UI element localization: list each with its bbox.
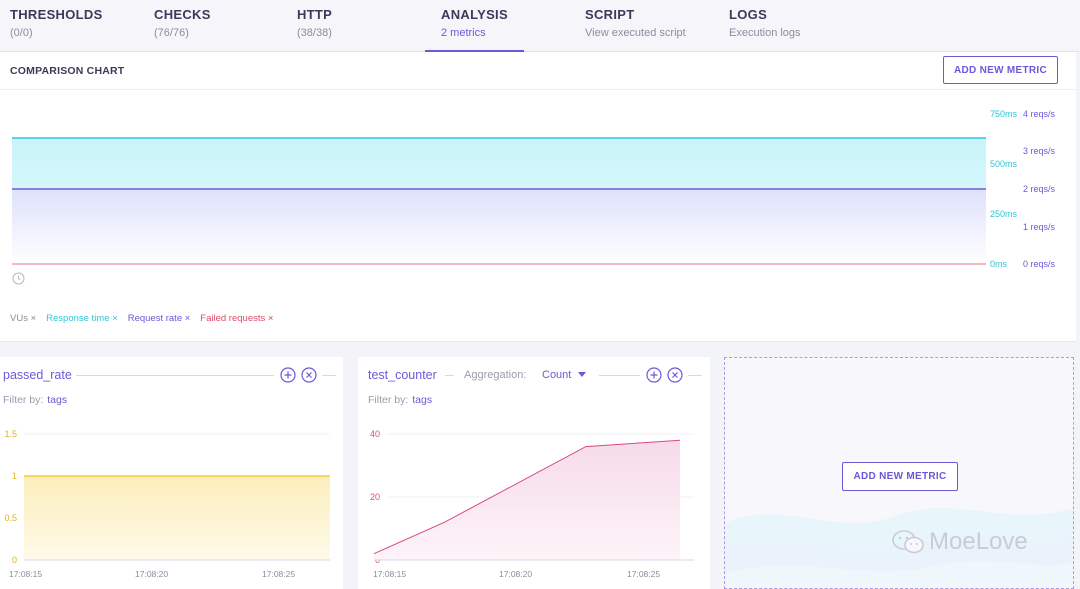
- left-axis-tick-750ms: 750ms: [990, 109, 1018, 119]
- test-counter-chart: [373, 433, 694, 561]
- right-axis-tick-1: 1 reqs/s: [1023, 222, 1056, 232]
- tab-analysis-title: ANALYSIS: [441, 7, 508, 22]
- left-axis-tick-500ms: 500ms: [990, 159, 1018, 169]
- x-tick: 17:08:15: [9, 569, 43, 579]
- metric-card-test-counter: test_counter Aggregation: Count Filter b…: [358, 357, 710, 589]
- tab-thresholds-title: THRESHOLDS: [10, 7, 103, 22]
- comparison-chart: [12, 137, 986, 265]
- watermark-text: MoeLove: [929, 528, 1028, 555]
- right-axis-tick-4: 4 reqs/s: [1023, 109, 1056, 119]
- tab-thresholds[interactable]: THRESHOLDS (0/0): [10, 7, 103, 52]
- left-axis-tick-0ms: 0ms: [990, 259, 1008, 269]
- legend-response-time[interactable]: Response time ×: [46, 313, 118, 324]
- tab-logs-sub: Execution logs: [729, 27, 801, 39]
- add-new-metric-button[interactable]: ADD NEW METRIC: [842, 462, 958, 491]
- comparison-chart-title: COMPARISON CHART: [10, 65, 125, 77]
- left-axis-tick-250ms: 250ms: [990, 209, 1018, 219]
- tab-script-sub: View executed script: [585, 27, 686, 39]
- request-rate-area: [12, 189, 986, 264]
- x-tick: 17:08:15: [373, 569, 407, 579]
- right-axis-tick-3: 3 reqs/s: [1023, 146, 1056, 156]
- add-metric-placeholder: ADD NEW METRIC MoeLove: [724, 357, 1074, 589]
- tab-checks-title: CHECKS: [154, 7, 211, 22]
- metric-card-passed-rate: passed_rate Filter by: tags 1.5 1 0.5 0 1…: [0, 357, 343, 589]
- chart-legend: VUs × Response time × Request rate × Fai…: [10, 313, 273, 324]
- watermark: MoeLove: [891, 528, 1028, 556]
- tab-logs-title: LOGS: [729, 7, 768, 22]
- legend-vus[interactable]: VUs ×: [10, 313, 36, 324]
- tab-logs[interactable]: LOGS Execution logs: [729, 7, 801, 52]
- legend-failed-requests[interactable]: Failed requests ×: [200, 313, 273, 324]
- x-tick: 17:08:20: [499, 569, 533, 579]
- right-axis-tick-0: 0 reqs/s: [1023, 259, 1056, 269]
- tab-http[interactable]: HTTP (38/38): [297, 7, 332, 52]
- x-tick: 17:08:20: [135, 569, 169, 579]
- clock-icon[interactable]: [12, 272, 25, 285]
- tab-bar: THRESHOLDS (0/0) CHECKS (76/76) HTTP (38…: [0, 0, 1080, 52]
- tab-analysis-count: 2 metrics: [441, 27, 486, 39]
- wechat-icon: [892, 530, 924, 554]
- tab-checks[interactable]: CHECKS (76/76): [154, 7, 211, 52]
- comparison-chart-panel: COMPARISON CHART ADD NEW METRIC 750ms 50…: [0, 52, 1076, 342]
- passed-rate-area: [24, 476, 330, 560]
- tab-thresholds-count: (0/0): [10, 27, 33, 39]
- tab-analysis[interactable]: ANALYSIS 2 metrics: [425, 7, 524, 52]
- x-tick: 17:08:25: [627, 569, 661, 579]
- tab-checks-count: (76/76): [154, 27, 189, 39]
- comparison-chart-header: COMPARISON CHART ADD NEW METRIC: [0, 52, 1076, 90]
- right-axis-tick-2: 2 reqs/s: [1023, 184, 1056, 194]
- tab-http-title: HTTP: [297, 7, 333, 22]
- tab-script[interactable]: SCRIPT View executed script: [585, 7, 686, 52]
- test-counter-area: [374, 440, 680, 560]
- passed-rate-chart: [24, 433, 330, 561]
- legend-request-rate[interactable]: Request rate ×: [128, 313, 191, 324]
- add-new-metric-button[interactable]: ADD NEW METRIC: [943, 56, 1058, 84]
- tab-http-count: (38/38): [297, 27, 332, 39]
- tab-script-title: SCRIPT: [585, 7, 635, 22]
- x-tick: 17:08:25: [262, 569, 296, 579]
